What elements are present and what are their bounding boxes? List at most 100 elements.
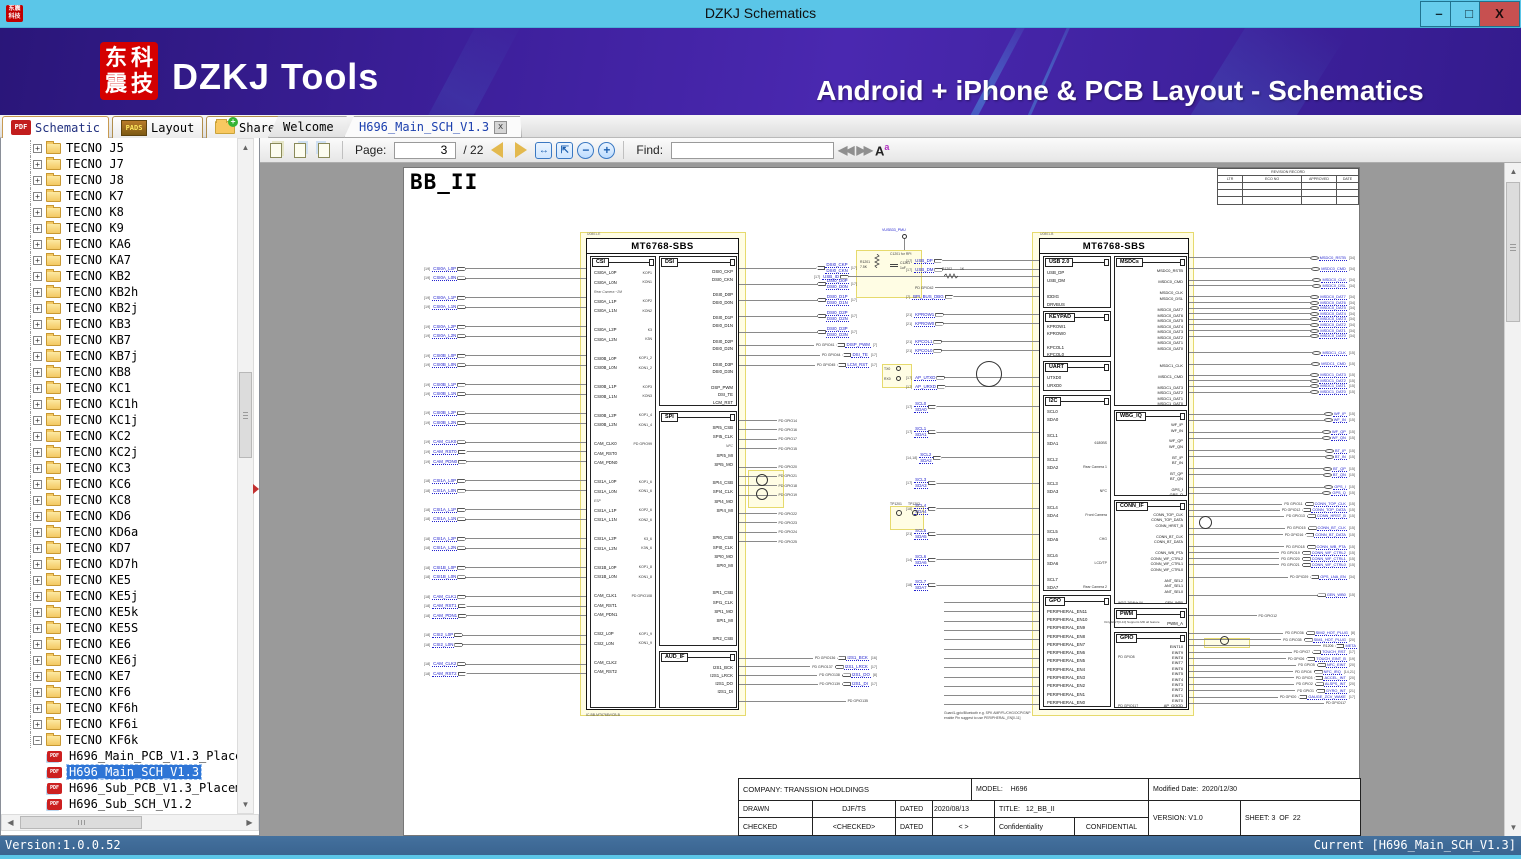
expand-icon[interactable]: +	[33, 383, 42, 393]
next-page-icon[interactable]	[511, 141, 531, 160]
expand-icon[interactable]: +	[33, 223, 42, 233]
scroll-left-icon[interactable]: ◀	[3, 815, 18, 830]
tab-welcome[interactable]: Welcome	[268, 116, 349, 138]
expand-icon[interactable]: +	[33, 143, 42, 153]
tree-folder-item[interactable]: + TECNO KB8	[1, 364, 237, 380]
tab-schematic[interactable]: PDF Schematic	[2, 116, 110, 138]
expand-icon[interactable]: +	[33, 255, 42, 265]
tree-folder-item-expanded[interactable]: − TECNO KF6k	[1, 732, 237, 748]
page-layout-facing-icon[interactable]	[290, 141, 310, 160]
tree-vertical-scrollbar[interactable]: ▲ ▼	[237, 138, 254, 814]
expand-icon[interactable]: +	[33, 559, 42, 569]
expand-icon[interactable]: +	[33, 623, 42, 633]
expand-icon[interactable]: +	[33, 671, 42, 681]
expand-icon[interactable]: +	[33, 399, 42, 409]
tree-folder-item[interactable]: + TECNO K8	[1, 204, 237, 220]
tree-folder-item[interactable]: + TECNO KA6	[1, 236, 237, 252]
tree-folder-item[interactable]: + TECNO KF6i	[1, 716, 237, 732]
tree-folder-item[interactable]: + TECNO KF6	[1, 684, 237, 700]
expand-icon[interactable]: +	[33, 479, 42, 489]
tree-folder-item[interactable]: + TECNO KC2	[1, 428, 237, 444]
page-number-input[interactable]	[394, 141, 457, 159]
tree-folder-item[interactable]: + TECNO KC8	[1, 492, 237, 508]
scroll-down-icon[interactable]: ▼	[238, 797, 253, 812]
expand-icon[interactable]: +	[33, 239, 42, 249]
expand-icon[interactable]: +	[33, 191, 42, 201]
expand-icon[interactable]: +	[33, 463, 42, 473]
expand-icon[interactable]: +	[33, 655, 42, 665]
expand-icon[interactable]: +	[33, 607, 42, 617]
expand-icon[interactable]: +	[33, 719, 42, 729]
expand-icon[interactable]: +	[33, 511, 42, 521]
expand-icon[interactable]: +	[33, 287, 42, 297]
scroll-up-icon[interactable]: ▲	[1506, 164, 1521, 179]
tree-hscrollbar-thumb[interactable]	[20, 816, 142, 829]
tree-folder-item[interactable]: + TECNO K9	[1, 220, 237, 236]
zoom-in-icon[interactable]: +	[598, 141, 616, 159]
expand-icon[interactable]: +	[33, 271, 42, 281]
page-layout-single-icon[interactable]	[266, 141, 286, 160]
expand-icon[interactable]: +	[33, 431, 42, 441]
viewer-vertical-scrollbar[interactable]: ▲ ▼	[1504, 163, 1521, 836]
tree-folder-item[interactable]: + TECNO KC1	[1, 380, 237, 396]
expand-icon[interactable]: +	[33, 175, 42, 185]
tree-folder-item[interactable]: + TECNO KC1h	[1, 396, 237, 412]
find-input[interactable]	[671, 141, 835, 159]
expand-icon[interactable]: +	[33, 207, 42, 217]
tab-document-h696[interactable]: H696_Main_SCH_V1.3 x	[344, 116, 522, 138]
expand-icon[interactable]: +	[33, 591, 42, 601]
expand-icon[interactable]: +	[33, 367, 42, 377]
tree-folder-item[interactable]: + TECNO K7	[1, 188, 237, 204]
tree-folder-item[interactable]: + TECNO KD6	[1, 508, 237, 524]
tree-folder-item[interactable]: + TECNO KE6	[1, 636, 237, 652]
tree-folder-item[interactable]: + TECNO KD7	[1, 540, 237, 556]
tree-folder-item[interactable]: + TECNO J5	[1, 140, 237, 156]
tree-folder-item[interactable]: + TECNO KE5S	[1, 620, 237, 636]
tree-folder-item[interactable]: + TECNO KE7	[1, 668, 237, 684]
expand-icon[interactable]: +	[33, 687, 42, 697]
tree-folder-item[interactable]: + TECNO J8	[1, 172, 237, 188]
tree-folder-item[interactable]: + TECNO KB2	[1, 268, 237, 284]
tree-folder-item[interactable]: + TECNO KF6h	[1, 700, 237, 716]
expand-icon[interactable]: +	[33, 447, 42, 457]
tree-file-item[interactable]: PDF H696_Sub_PCB_V1.3_Placement	[1, 780, 237, 796]
page-layout-continuous-icon[interactable]	[314, 141, 334, 160]
collapse-icon[interactable]: −	[33, 735, 42, 745]
tree-folder-item[interactable]: + TECNO KB2j	[1, 300, 237, 316]
tree-folder-item[interactable]: + TECNO KE6j	[1, 652, 237, 668]
tree-folder-item[interactable]: + TECNO KC2j	[1, 444, 237, 460]
fit-width-icon[interactable]: ↔	[535, 141, 553, 159]
expand-icon[interactable]: +	[33, 303, 42, 313]
tree-horizontal-scrollbar[interactable]: ◀ ▶	[1, 814, 259, 831]
expand-icon[interactable]: +	[33, 639, 42, 649]
tree-folder-item[interactable]: + TECNO J7	[1, 156, 237, 172]
scroll-down-icon[interactable]: ▼	[1506, 820, 1521, 835]
schematic-viewer[interactable]: BB_II REVISION RECORD LTR ECO NO APPROVED…	[261, 163, 1504, 836]
tree-file-item[interactable]: PDF H696_Main_SCH_V1.3	[1, 764, 237, 780]
tab-layout[interactable]: PADS Layout	[112, 116, 204, 138]
tree-folder-item[interactable]: + TECNO KB2h	[1, 284, 237, 300]
zoom-out-icon[interactable]: −	[577, 141, 595, 159]
tree-folder-item[interactable]: + TECNO KA7	[1, 252, 237, 268]
scroll-right-icon[interactable]: ▶	[242, 815, 257, 830]
expand-icon[interactable]: +	[33, 575, 42, 585]
tree-folder-item[interactable]: + TECNO KC3	[1, 460, 237, 476]
expand-icon[interactable]: +	[33, 495, 42, 505]
expand-icon[interactable]: +	[33, 159, 42, 169]
find-previous-icon[interactable]: ◀◀	[838, 143, 855, 157]
tree-folder-item[interactable]: + TECNO KB3	[1, 316, 237, 332]
tree-folder-item[interactable]: + TECNO KB7	[1, 332, 237, 348]
close-tab-icon[interactable]: x	[494, 121, 507, 134]
expand-icon[interactable]: +	[33, 335, 42, 345]
tree-scrollbar-thumb[interactable]	[239, 372, 252, 458]
tree-folder-item[interactable]: + TECNO KE5	[1, 572, 237, 588]
fit-page-icon[interactable]: ⇱	[556, 141, 574, 159]
match-case-icon[interactable]: Aa	[875, 142, 889, 158]
tree-folder-item[interactable]: + TECNO KB7j	[1, 348, 237, 364]
expand-icon[interactable]: +	[33, 703, 42, 713]
scroll-up-icon[interactable]: ▲	[238, 140, 253, 155]
tree-folder-item[interactable]: + TECNO KE5k	[1, 604, 237, 620]
tree-file-item[interactable]: PDF H696_Main_PCB_V1.3_Placement	[1, 748, 237, 764]
expand-icon[interactable]: +	[33, 543, 42, 553]
tree-folder-item[interactable]: + TECNO KE5j	[1, 588, 237, 604]
